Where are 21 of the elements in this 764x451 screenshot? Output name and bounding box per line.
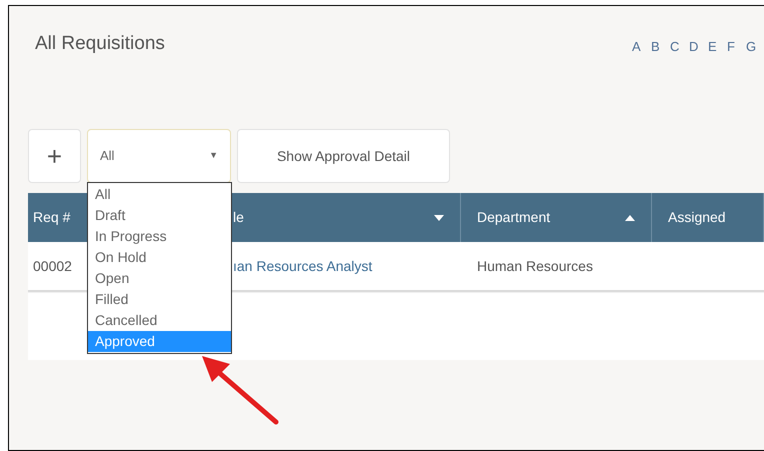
show-approval-detail-button[interactable]: Show Approval Detail [237,129,450,183]
column-header[interactable]: Assigned [652,193,764,242]
letter-link[interactable]: A [632,37,638,57]
letter-link[interactable]: B [651,37,657,57]
column-header[interactable]: Department [461,193,652,242]
menu-item[interactable]: On Hold [88,247,231,268]
status-dropdown[interactable]: All ▼ [87,129,231,183]
sort-up-icon [625,214,635,220]
menu-item[interactable]: Filled [88,289,231,310]
table-cell[interactable]: ıan Resources Analyst [233,258,372,274]
add-button[interactable]: + [28,129,81,183]
table-cell: Human Resources [477,258,593,274]
sort-down-icon [434,214,444,220]
menu-item[interactable]: Open [88,268,231,289]
table-cell: 00002 [33,258,72,274]
page-title: All Requisitions [35,32,165,56]
letter-link[interactable]: E [708,37,714,57]
menu-item[interactable]: Cancelled [88,310,231,331]
menu-item[interactable]: Draft [88,205,231,226]
menu-item[interactable]: Approved [88,331,231,352]
letter-link[interactable]: F [727,37,733,57]
